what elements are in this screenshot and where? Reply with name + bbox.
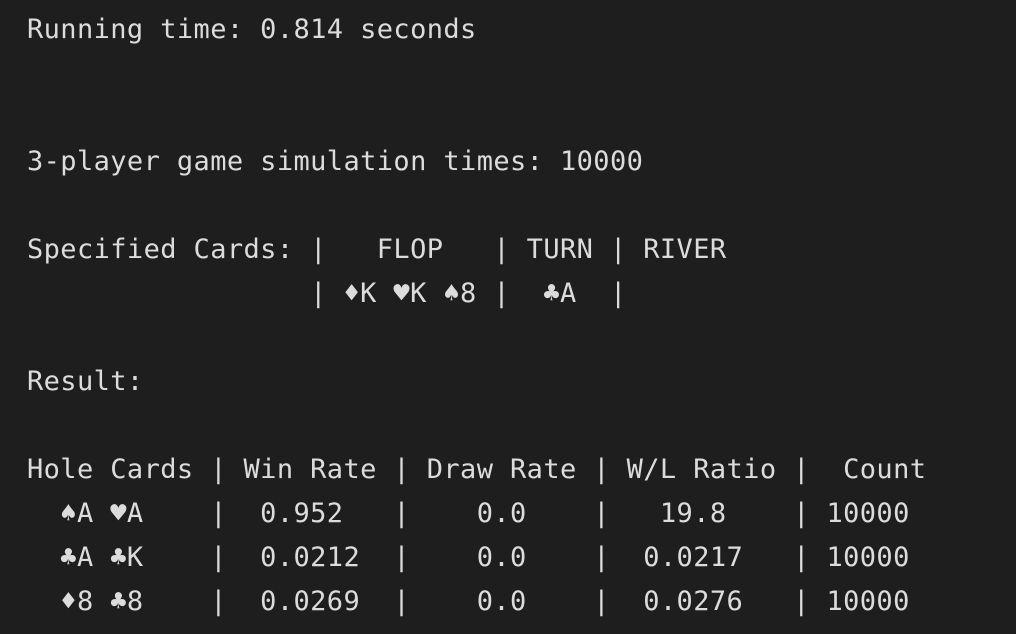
specified-cards-header: Specified Cards: | FLOP | TURN | RIVER	[27, 234, 727, 265]
terminal-output: Running time: 0.814 seconds 3-player gam…	[0, 0, 1016, 634]
table-row: ♠A ♥A | 0.952 | 0.0 | 19.8 | 10000	[27, 498, 910, 529]
result-label: Result:	[27, 366, 144, 397]
running-time-line: Running time: 0.814 seconds	[27, 14, 477, 45]
results-table-header: Hole Cards | Win Rate | Draw Rate | W/L …	[27, 454, 927, 485]
table-row: ♣A ♣K | 0.0212 | 0.0 | 0.0217 | 10000	[27, 542, 910, 573]
simulation-times-line: 3-player game simulation times: 10000	[27, 146, 644, 177]
table-row: ♦8 ♣8 | 0.0269 | 0.0 | 0.0276 | 10000	[27, 586, 910, 617]
specified-cards-values: | ♦K ♥K ♠8 | ♣A |	[27, 278, 627, 309]
